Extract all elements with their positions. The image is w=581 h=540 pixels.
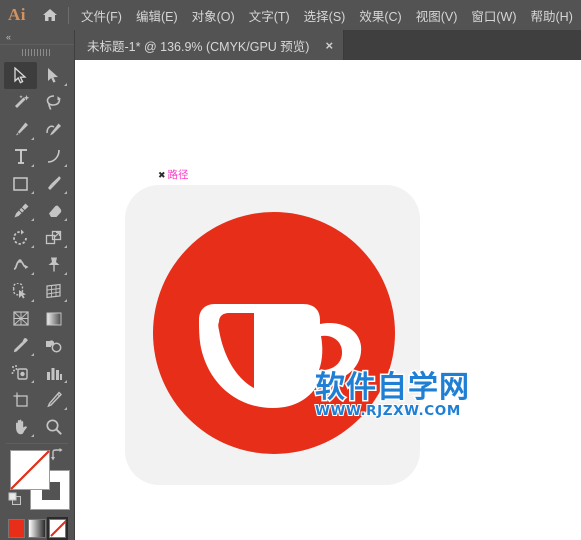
menu-bar: Ai 文件(F) 编辑(E) 对象(O) 文字(T) 选择(S) 效果(C) 视…	[0, 0, 581, 30]
paintbrush-tool[interactable]	[37, 170, 70, 197]
slice-knife-icon	[46, 391, 62, 408]
menu-type[interactable]: 文字(T)	[242, 3, 297, 28]
magnifier-icon	[45, 418, 62, 435]
hand-icon	[15, 419, 27, 434]
eraser-icon	[49, 205, 62, 217]
magic-wand-tool[interactable]	[4, 89, 37, 116]
lasso-icon	[46, 95, 61, 110]
rectangle-tool[interactable]	[4, 170, 37, 197]
smart-guide-path-label: ✖ 路径	[158, 170, 189, 181]
symbol-sprayer-icon	[11, 365, 28, 380]
illustrator-window: Ai 文件(F) 编辑(E) 对象(O) 文字(T) 选择(S) 效果(C) 视…	[0, 0, 581, 540]
bar-graph-icon	[46, 367, 62, 380]
coffee-cup-shape[interactable]	[153, 212, 395, 454]
app-logo: Ai	[8, 5, 26, 24]
fill-stroke-controls	[8, 448, 70, 514]
tool-grid	[0, 60, 74, 440]
document-tab[interactable]: 未标题-1* @ 136.9% (CMYK/GPU 预览) ×	[75, 30, 345, 60]
pushpin-icon	[48, 257, 59, 272]
default-fill-stroke-icon[interactable]	[8, 492, 22, 511]
menu-help[interactable]: 帮助(H)	[524, 3, 580, 28]
pen-icon	[15, 122, 28, 136]
width-tool[interactable]	[4, 251, 37, 278]
selection-tool[interactable]	[4, 62, 37, 89]
free-transform-tool[interactable]	[37, 251, 70, 278]
none-mode-button[interactable]	[46, 517, 69, 540]
mesh-tool[interactable]	[4, 305, 37, 332]
fill-swatch[interactable]	[10, 450, 50, 490]
menu-object[interactable]: 对象(O)	[185, 3, 242, 28]
menu-divider	[68, 6, 69, 24]
menu-file[interactable]: 文件(F)	[74, 3, 129, 28]
menu-view[interactable]: 视图(V)	[409, 3, 465, 28]
shape-builder-icon	[12, 283, 26, 299]
document-canvas[interactable]: ✖ 路径 软件自学网 WWW.RJZXW.COM	[75, 60, 581, 540]
menu-select[interactable]: 选择(S)	[297, 3, 353, 28]
arc-icon	[47, 149, 60, 163]
gradient-tool[interactable]	[37, 305, 70, 332]
paintbrush-icon	[47, 176, 61, 190]
document-tab-title: 未标题-1* @ 136.9% (CMYK/GPU 预览)	[87, 39, 310, 54]
color-mode-buttons	[8, 517, 69, 540]
shaper-tool[interactable]	[4, 197, 37, 224]
artboard-icon	[13, 392, 28, 407]
blend-tool[interactable]	[37, 332, 70, 359]
eraser-tool[interactable]	[37, 197, 70, 224]
shape-builder-tool[interactable]	[4, 278, 37, 305]
eyedropper-icon	[13, 338, 28, 353]
direct-selection-tool[interactable]	[37, 62, 70, 89]
document-tab-bar: 未标题-1* @ 136.9% (CMYK/GPU 预览) ×	[75, 30, 581, 60]
rotate-icon	[12, 229, 27, 245]
type-icon	[14, 149, 27, 164]
line-segment-tool[interactable]	[37, 143, 70, 170]
gradient-mode-button[interactable]	[28, 519, 46, 538]
arrow-solid-icon	[14, 67, 27, 84]
swap-fill-stroke-icon[interactable]	[50, 448, 64, 466]
artboard-tool[interactable]	[4, 386, 37, 413]
symbol-sprayer-tool[interactable]	[4, 359, 37, 386]
perspective-grid-icon	[46, 283, 61, 299]
rotate-tool[interactable]	[4, 224, 37, 251]
slice-tool[interactable]	[37, 386, 70, 413]
menu-edit[interactable]: 编辑(E)	[129, 3, 185, 28]
curvature-tool[interactable]	[37, 116, 70, 143]
pencil-icon	[14, 203, 28, 218]
width-icon	[13, 259, 28, 270]
scale-tool[interactable]	[37, 224, 70, 251]
collapse-panel-button[interactable]: «	[0, 30, 74, 44]
eyedropper-tool[interactable]	[4, 332, 37, 359]
scale-icon	[45, 230, 61, 245]
color-mode-button[interactable]	[8, 519, 26, 538]
menu-effect[interactable]: 效果(C)	[352, 3, 408, 28]
anchor-point-icon: ✖	[158, 169, 166, 180]
gradient-icon	[46, 312, 61, 325]
toolbar-divider	[6, 443, 68, 444]
home-icon[interactable]	[34, 8, 66, 22]
close-icon[interactable]: ×	[325, 39, 333, 52]
curvature-icon	[45, 123, 61, 136]
pen-tool[interactable]	[4, 116, 37, 143]
hand-tool[interactable]	[4, 413, 37, 440]
arrow-white-icon	[48, 68, 58, 83]
mesh-icon	[12, 311, 29, 326]
menu-window[interactable]: 窗口(W)	[464, 3, 523, 28]
panel-drag-handle[interactable]	[0, 44, 74, 60]
path-label-text: 路径	[167, 169, 189, 181]
double-chevron-left-icon: «	[6, 32, 11, 42]
tools-panel: «	[0, 30, 75, 540]
lasso-tool[interactable]	[37, 89, 70, 116]
rectangle-icon	[13, 176, 28, 191]
perspective-grid-tool[interactable]	[37, 278, 70, 305]
column-graph-tool[interactable]	[37, 359, 70, 386]
type-tool[interactable]	[4, 143, 37, 170]
blend-icon	[46, 339, 62, 352]
magic-wand-icon	[14, 95, 29, 108]
zoom-tool[interactable]	[37, 413, 70, 440]
